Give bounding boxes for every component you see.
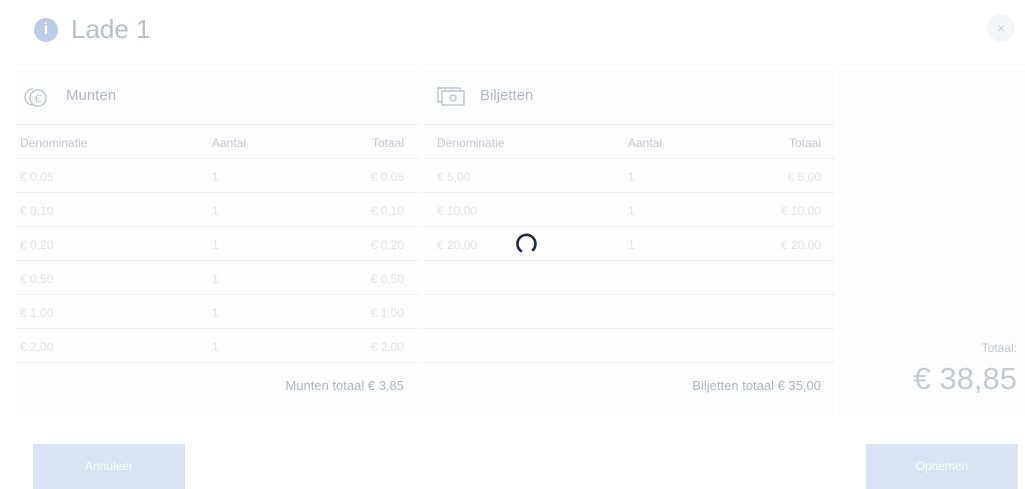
denomination: € 0,20 (20, 238, 54, 252)
notes-row: € 5,00 1 € 5,00 (423, 159, 835, 193)
coins-row: € 0,20 1 € 0,20 (16, 227, 420, 261)
coins-row: € 1,00 1 € 1,00 (16, 295, 420, 329)
notes-subtotal: Biljetten totaal € 35,00 (692, 378, 821, 393)
notes-row: € 10,00 1 € 10,00 (423, 193, 835, 227)
notes-row: € 20,00 1 € 20,00 (423, 227, 835, 261)
loading-spinner-icon (516, 233, 537, 253)
take-out-button[interactable]: Opnemen (866, 444, 1018, 489)
column-denominatie: Denominatie (20, 136, 88, 150)
coins-subtotal: Munten totaal € 3,85 (285, 378, 404, 393)
dialog-title: Lade 1 (71, 14, 151, 44)
notes-title: Biljetten (480, 87, 534, 104)
denomination: € 10,00 (437, 204, 478, 218)
coins-row: € 0,10 1 € 0,10 (16, 193, 420, 227)
row-total: € 0,10 (370, 204, 404, 218)
quantity: 1 (628, 238, 635, 252)
column-totaal: Totaal (371, 136, 404, 150)
denomination: € 0,10 (20, 204, 54, 218)
quantity: 1 (212, 306, 219, 320)
column-aantal: Aantal (212, 136, 247, 150)
notes-panel-header: Biljetten (423, 69, 835, 125)
denomination: € 0,50 (20, 272, 54, 286)
dialog-header: i Lade 1 × (0, 0, 1025, 64)
info-icon: i (34, 18, 58, 42)
quantity: 1 (212, 238, 219, 252)
coins-column-header: Denominatie Aantal Totaal (16, 125, 420, 159)
close-button[interactable]: × (987, 14, 1015, 42)
column-aantal: Aantal (628, 136, 663, 150)
row-total: € 20,00 (780, 238, 821, 252)
row-total: € 2,00 (370, 340, 404, 354)
quantity: 1 (212, 272, 219, 286)
row-total: € 0,05 (370, 170, 404, 184)
notes-row-empty (423, 261, 835, 295)
coins-panel-header: € Munten (16, 69, 420, 125)
row-total: € 1,00 (370, 306, 404, 320)
quantity: 1 (212, 170, 219, 184)
denomination: € 5,00 (437, 170, 471, 184)
quantity: 1 (628, 204, 635, 218)
quantity: 1 (212, 204, 219, 218)
summary-panel: Totaal: € 38,85 (838, 69, 1025, 416)
coins-row: € 0,05 1 € 0,05 (16, 159, 420, 193)
row-total: € 0,20 (370, 238, 404, 252)
quantity: 1 (212, 340, 219, 354)
row-total: € 5,00 (787, 170, 821, 184)
coins-euro-icon: € (24, 88, 47, 107)
notes-panel: Biljetten Denominatie Aantal Totaal € 5,… (423, 69, 835, 416)
denomination: € 1,00 (20, 306, 54, 320)
row-total: € 10,00 (780, 204, 821, 218)
notes-column-header: Denominatie Aantal Totaal (423, 125, 835, 159)
denomination: € 0,05 (20, 170, 54, 184)
coins-row: € 2,00 1 € 2,00 (16, 329, 420, 363)
coins-title: Munten (66, 87, 117, 104)
quantity: 1 (628, 170, 635, 184)
coins-panel: € Munten Denominatie Aantal Totaal € 0,0… (16, 69, 420, 416)
notes-row-empty (423, 329, 835, 363)
notes-row-empty (423, 295, 835, 329)
coins-row: € 0,50 1 € 0,50 (16, 261, 420, 295)
denomination: € 2,00 (20, 340, 54, 354)
banknote-icon (437, 87, 465, 106)
svg-text:€: € (35, 93, 42, 106)
total-label: Totaal: (981, 341, 1017, 355)
column-denominatie: Denominatie (437, 136, 505, 150)
total-value: € 38,85 (913, 361, 1017, 396)
cancel-button[interactable]: Annuleer (33, 444, 185, 489)
denomination: € 20,00 (437, 238, 478, 252)
column-totaal: Totaal (788, 136, 821, 150)
row-total: € 0,50 (370, 272, 404, 286)
